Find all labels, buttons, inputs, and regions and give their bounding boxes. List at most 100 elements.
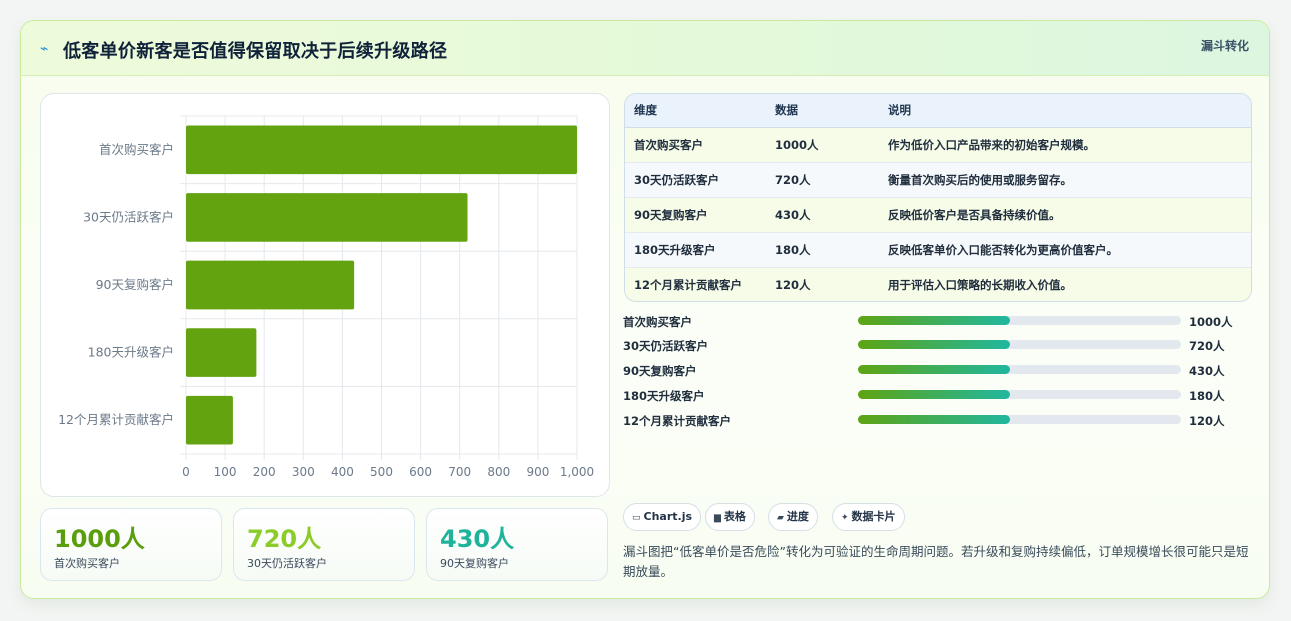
x-tick-label: 900	[526, 465, 549, 479]
bar	[186, 193, 468, 242]
y-category-label: 12个月累计贡献客户	[58, 412, 174, 427]
x-tick-label: 600	[409, 465, 432, 479]
chip-label: Chart.js	[643, 510, 693, 523]
table-cell: 首次购买客户	[634, 137, 703, 152]
table-icon: ▆	[714, 513, 721, 523]
x-tick-label: 100	[214, 465, 237, 479]
column-header: 维度	[625, 94, 775, 128]
table-cell: 720人	[775, 172, 811, 187]
stat-value: 430人	[440, 525, 515, 553]
bar	[186, 125, 577, 175]
bar-chart: 0 100 200 300 400 500 600 700 800 900 1,000 首次购买客户 3…	[58, 115, 594, 479]
progress-row: 12个月累计贡献客户 120人	[623, 410, 1253, 430]
y-category-label: 首次购买客户	[99, 142, 174, 157]
progress-value: 1000人	[1189, 315, 1233, 329]
table-cell: 作为低价入口产品带来的初始客户规模。	[888, 137, 1095, 152]
description-text: 漏斗图把“低客单价是否危险”转化为可验证的生命周期问题。若升级和复购持续偏低，订…	[623, 544, 1249, 579]
stat-card-first-purchase: 1000人 首次购买客户	[40, 508, 222, 581]
x-tick-label: 200	[253, 465, 276, 479]
table-cell: 180天升级客户	[634, 242, 716, 257]
progress-value: 180人	[1189, 389, 1225, 403]
progress-row: 30天仍活跃客户 720人	[623, 335, 1253, 355]
progress-row: 首次购买客户 1000人	[623, 311, 1253, 331]
y-category-label: 90天复购客户	[96, 277, 174, 292]
stat-card-30d-active: 720人 30天仍活跃客户	[233, 508, 415, 581]
column-header: 数据	[775, 94, 888, 128]
stat-value: 720人	[247, 525, 322, 553]
table-header-row: 维度 数据 说明	[625, 94, 1251, 128]
progress-label: 首次购买客户	[623, 315, 692, 329]
progress-label: 12个月累计贡献客户	[623, 414, 732, 428]
stat-value: 1000人	[54, 525, 145, 553]
x-tick-label: 0	[182, 465, 190, 479]
card-header: ⌁ 低客单价新客是否值得保留取决于后续升级路径 漏斗转化	[21, 21, 1269, 76]
y-category-label: 180天升级客户	[88, 345, 174, 360]
table-cell: 反映低价客户是否具备持续价值。	[888, 207, 1061, 222]
stat-card-90d-repurchase: 430人 90天复购客户	[426, 508, 608, 581]
progress-label: 90天复购客户	[623, 364, 697, 378]
table-cell: 衡量首次购买后的使用或服务留存。	[888, 172, 1072, 187]
stat-label: 90天复购客户	[440, 557, 509, 570]
progress-fill	[858, 365, 1010, 374]
bar	[186, 395, 233, 445]
chart-icon: ▭	[632, 513, 641, 523]
progress-fill	[858, 316, 1010, 325]
chip-progress[interactable]: ▰ 进度	[768, 503, 818, 531]
table-row: 首次购买客户 1000人 作为低价入口产品带来的初始客户规模。	[625, 127, 1251, 162]
x-tick-label: 400	[331, 465, 354, 479]
report-card: ⌁ 低客单价新客是否值得保留取决于后续升级路径 漏斗转化 0 100 200 300 4…	[20, 20, 1270, 599]
progress-row: 90天复购客户 430人	[623, 360, 1253, 380]
chip-label: 数据卡片	[851, 510, 896, 523]
x-tick-label: 1,000	[560, 465, 594, 479]
table-cell: 90天复购客户	[634, 207, 708, 222]
table-cell: 反映低客单价入口能否转化为更高价值客户。	[888, 242, 1118, 257]
table-cell: 180人	[775, 242, 811, 257]
progress-track	[858, 340, 1181, 349]
table-row: 90天复购客户 430人 反映低价客户是否具备持续价值。	[625, 197, 1251, 232]
progress-fill	[858, 390, 1010, 399]
lightning-icon: ⌁	[40, 41, 49, 57]
y-category-label: 30天仍活跃客户	[83, 209, 174, 224]
table-row: 12个月累计贡献客户 120人 用于评估入口策略的长期收入价值。	[625, 267, 1251, 301]
stat-label: 首次购买客户	[54, 557, 120, 570]
chip-data-card[interactable]: ✦ 数据卡片	[832, 503, 905, 531]
table-cell: 12个月累计贡献客户	[634, 277, 743, 292]
table-cell: 120人	[775, 277, 811, 292]
data-table: 维度 数据 说明 首次购买客户 1000人 作为低价入口产品带来的初始客户规模。…	[624, 93, 1252, 302]
category-tag: 漏斗转化	[1200, 39, 1249, 53]
progress-track	[858, 390, 1181, 399]
column-header: 说明	[888, 94, 1251, 128]
progress-track	[858, 365, 1181, 374]
table-cell: 1000人	[775, 137, 819, 152]
table-row: 30天仍活跃客户 720人 衡量首次购买后的使用或服务留存。	[625, 162, 1251, 197]
chip-chartjs[interactable]: ▭ Chart.js	[623, 503, 702, 531]
x-tick-label: 700	[448, 465, 471, 479]
progress-value: 720人	[1189, 339, 1225, 353]
page-title: 低客单价新客是否值得保留取决于后续升级路径	[63, 41, 448, 62]
stat-label: 30天仍活跃客户	[247, 557, 327, 570]
bar	[186, 328, 257, 377]
progress-label: 180天升级客户	[623, 389, 705, 403]
progress-fill	[858, 415, 1010, 424]
table-cell: 430人	[775, 207, 811, 222]
bar	[186, 260, 355, 310]
progress-label: 30天仍活跃客户	[623, 339, 709, 353]
bar-chart-panel: 0 100 200 300 400 500 600 700 800 900 1,000 首次购买客户 3…	[40, 93, 610, 497]
progress-icon: ▰	[777, 513, 784, 523]
chip-table[interactable]: ▆ 表格	[705, 503, 755, 531]
table-row: 180天升级客户 180人 反映低客单价入口能否转化为更高价值客户。	[625, 232, 1251, 267]
progress-track	[858, 415, 1181, 424]
progress-track	[858, 316, 1181, 325]
x-tick-label: 800	[487, 465, 510, 479]
chip-label: 表格	[723, 510, 746, 523]
progress-fill	[858, 340, 1010, 349]
table-cell: 30天仍活跃客户	[634, 172, 720, 187]
progress-value: 120人	[1189, 414, 1225, 428]
progress-row: 180天升级客户 180人	[623, 385, 1253, 405]
x-tick-label: 500	[370, 465, 393, 479]
table-cell: 用于评估入口策略的长期收入价值。	[888, 277, 1072, 292]
sparkle-icon: ✦	[841, 513, 849, 523]
x-tick-label: 300	[292, 465, 315, 479]
progress-value: 430人	[1189, 364, 1225, 378]
chip-label: 进度	[786, 510, 809, 523]
